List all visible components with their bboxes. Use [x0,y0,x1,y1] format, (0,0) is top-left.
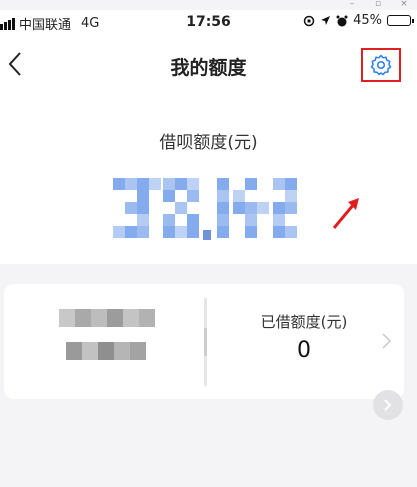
credit-summary: 借呗额度(元) [0,96,417,264]
network-type: 4G [81,16,100,31]
nav-bar: 我的额度 [0,34,417,96]
credit-detail-card[interactable]: 已借额度(元) 0 [4,284,404,399]
restore-icon[interactable]: ▫ [365,0,391,10]
status-left: 中国联通 4G [0,14,99,33]
floating-next-button[interactable] [373,390,403,420]
clock: 17:56 [186,14,231,30]
orientation-lock-icon [303,15,315,26]
carrier-name: 中国联通 [19,18,72,33]
credit-label: 借呗额度(元) [159,133,258,153]
used-credit-value: 0 [297,338,311,363]
gear-icon [370,54,392,76]
annotation-arrow-icon [332,198,359,229]
status-right: 45% [303,13,414,28]
status-bar: 中国联通 4G 17:56 45% [0,10,417,34]
settings-button[interactable] [361,48,401,82]
redacted-text [66,342,146,360]
redacted-text [59,309,155,327]
battery-icon [387,15,414,26]
close-icon[interactable]: × [391,0,417,10]
used-credit-label: 已借额度(元) [260,313,348,331]
chevron-right-icon [382,333,392,349]
page-title: 我的额度 [170,57,247,79]
signal-icon [0,17,15,30]
credit-amount-pixelated [113,178,298,242]
battery-percent: 45% [353,13,382,28]
alarm-icon [336,15,348,26]
window-controls: – ▫ × [339,0,417,10]
minimize-icon[interactable]: – [339,0,365,10]
chevron-right-icon [384,399,392,411]
location-icon [321,16,331,25]
divider [204,298,207,386]
